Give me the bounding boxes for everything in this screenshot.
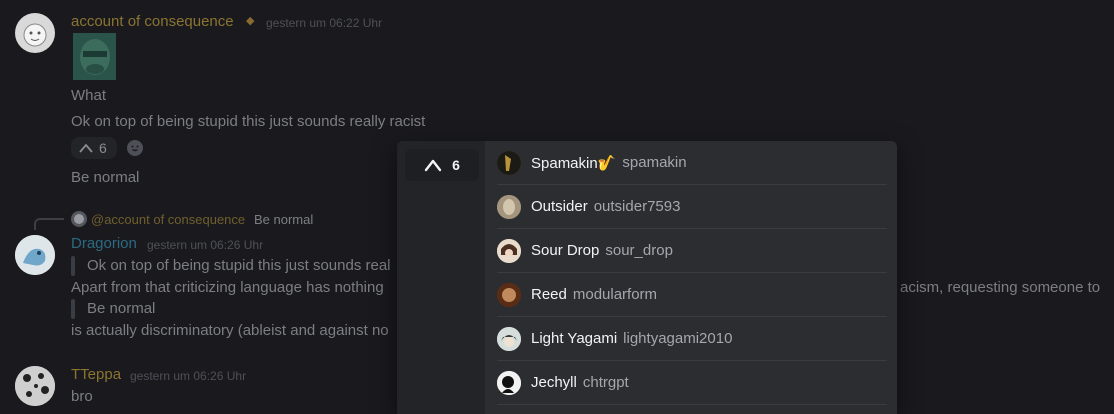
message-text: Be normal	[71, 169, 140, 186]
timestamp: gestern um 06:26 Uhr	[147, 238, 264, 252]
avatar	[497, 238, 521, 263]
reactor-row[interactable]: Reed modularform	[497, 273, 887, 317]
reaction-upvote[interactable]: 6	[71, 137, 117, 159]
quote-text: Be normal	[87, 300, 156, 317]
message-text: is actually discriminatory (ableist and …	[71, 322, 389, 339]
message-text: What	[71, 87, 107, 104]
reactor-handle: chtrgpt	[582, 374, 629, 391]
avatar	[497, 194, 521, 219]
timestamp: gestern um 06:26 Uhr	[130, 369, 247, 383]
reactor-display-name: Jechyll	[531, 374, 577, 391]
avatar	[497, 150, 521, 175]
reactor-handle: spamakin	[622, 154, 687, 171]
username[interactable]: account of consequence	[71, 13, 234, 30]
reactor-handle: outsider7593	[593, 198, 681, 215]
username[interactable]: TTeppa	[71, 366, 121, 383]
quote-text: Ok on top of being stupid this just soun…	[87, 257, 391, 274]
message-text: bro	[71, 388, 93, 405]
reactor-row[interactable]: Jechyll chtrgpt	[497, 361, 887, 405]
reply-username[interactable]: @account of consequence	[91, 212, 245, 227]
avatar	[497, 326, 521, 351]
reactor-row[interactable]: Spamakin🎷 spamakin	[497, 141, 887, 185]
reactor-display-name: Sour Drop	[531, 242, 600, 259]
reply-spine	[34, 218, 64, 230]
reactions-popup: 6 Spamakin🎷 spamakin Outsider outsider75…	[397, 141, 897, 414]
message-text: Ok on top of being stupid this just soun…	[71, 113, 426, 130]
message-text-tail: acism, requesting someone to	[900, 279, 1101, 296]
reaction-tab-upvote[interactable]: 6	[405, 149, 479, 181]
reply-avatar	[71, 211, 87, 227]
avatar[interactable]	[15, 366, 55, 406]
reactor-display-name: Light Yagami	[531, 330, 618, 347]
add-reaction-icon[interactable]	[127, 140, 143, 156]
reactor-row[interactable]: Light Yagami lightyagami2010	[497, 317, 887, 361]
reactor-display-name: Outsider	[531, 198, 588, 215]
reactor-display-name: Spamakin🎷	[531, 154, 617, 172]
reactor-row[interactable]: Sour Drop sour_drop	[497, 229, 887, 273]
reaction-tab-count: 6	[452, 157, 460, 173]
avatar	[497, 282, 521, 307]
reaction-list-sidebar: 6	[397, 141, 485, 414]
avatar[interactable]	[15, 235, 55, 275]
role-badge-icon: ◆	[246, 15, 255, 27]
image-attachment[interactable]	[73, 33, 116, 80]
reactor-display-name: Reed	[531, 286, 567, 303]
avatar[interactable]	[15, 13, 55, 53]
avatar	[497, 370, 521, 395]
quote-bar	[71, 299, 75, 319]
reactor-handle: lightyagami2010	[623, 330, 733, 347]
username[interactable]: Dragorion	[71, 235, 137, 252]
reactor-handle: modularform	[572, 286, 658, 303]
reactor-handle: sour_drop	[605, 242, 673, 259]
reactor-row[interactable]: Outsider outsider7593	[497, 185, 887, 229]
reaction-count: 6	[99, 140, 107, 156]
quote-bar	[71, 256, 75, 276]
message-text: Apart from that criticizing language has…	[71, 279, 384, 296]
reply-preview[interactable]: Be normal	[254, 212, 313, 227]
upvote-icon	[79, 143, 93, 153]
upvote-icon	[424, 159, 442, 172]
timestamp: gestern um 06:22 Uhr	[266, 16, 383, 30]
